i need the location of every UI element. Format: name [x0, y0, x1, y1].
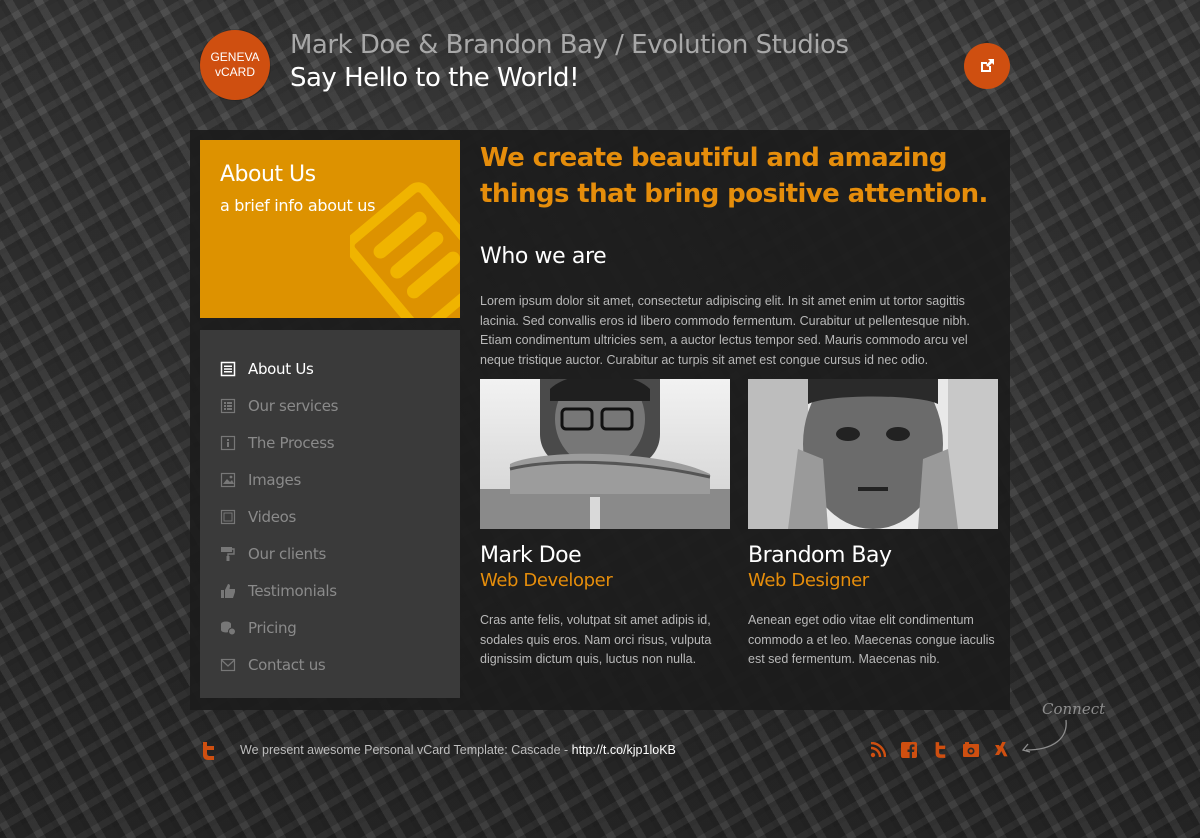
mail-icon	[220, 657, 236, 673]
connect-label: Connect	[1042, 700, 1106, 718]
nav-item-contact-us[interactable]: Contact us	[200, 646, 460, 683]
nav-label: Our clients	[248, 544, 326, 563]
nav-item-our-services[interactable]: Our services	[200, 387, 460, 424]
nav-label: Pricing	[248, 618, 297, 637]
logo-line2: vCARD	[214, 65, 255, 79]
info-icon	[220, 435, 236, 451]
team-member-card: Mark Doe Web Developer Cras ante felis, …	[480, 379, 730, 670]
logo-line1: GENEVA	[210, 50, 260, 64]
twitter-icon[interactable]	[930, 740, 950, 760]
tweet-link[interactable]: http://t.co/kjp1loKB	[572, 743, 676, 757]
team-member-photo[interactable]	[480, 379, 730, 529]
social-links	[868, 740, 1012, 760]
nav-item-videos[interactable]: Videos	[200, 498, 460, 535]
video-icon	[220, 509, 236, 525]
image-icon	[220, 472, 236, 488]
nav-label: Images	[248, 470, 301, 489]
coins-icon	[220, 620, 236, 636]
team-member-card: Brandom Bay Web Designer Aenean eget odi…	[748, 379, 998, 670]
nav-label: Our services	[248, 396, 339, 415]
about-title: About Us	[220, 162, 316, 187]
nav-label: About Us	[248, 359, 314, 378]
nav-item-about-us[interactable]: About Us	[200, 350, 460, 387]
team-member-name: Brandom Bay	[748, 543, 892, 568]
site-title: Mark Doe & Brandon Bay / Evolution Studi…	[290, 30, 849, 60]
sidebar-nav: About Us Our services The Process Images	[200, 330, 460, 698]
paint-roller-icon	[220, 546, 236, 562]
team-member-description: Cras ante felis, volutpat sit amet adipi…	[480, 613, 712, 666]
team-member-description: Aenean eget odio vitae elit condimentum …	[748, 613, 995, 666]
nav-label: Testimonials	[248, 581, 337, 600]
team-member-photo[interactable]	[748, 379, 998, 529]
nav-item-testimonials[interactable]: Testimonials	[200, 572, 460, 609]
site-subtitle: Say Hello to the World!	[290, 63, 580, 93]
list-icon	[220, 398, 236, 414]
nav-item-our-clients[interactable]: Our clients	[200, 535, 460, 572]
team-member-role: Web Developer	[480, 570, 613, 591]
external-link-icon	[981, 59, 994, 72]
rss-icon[interactable]	[868, 740, 888, 760]
document-icon	[220, 361, 236, 377]
nav-label: Contact us	[248, 655, 326, 674]
nav-label: The Process	[248, 433, 335, 452]
tweet-text: We present awesome Personal vCard Templa…	[240, 743, 572, 757]
nav-item-the-process[interactable]: The Process	[200, 424, 460, 461]
curved-arrow-icon	[1021, 719, 1067, 753]
intro-text: Lorem ipsum dolor sit amet, consectetur …	[480, 294, 970, 367]
nav-label: Videos	[248, 507, 297, 526]
headline: We create beautiful and amazing things t…	[480, 143, 988, 209]
about-header-box: About Us a brief info about us	[200, 140, 460, 318]
logo-badge[interactable]: GENEVA vCARD	[200, 30, 270, 100]
xing-icon[interactable]	[992, 740, 1012, 760]
thumbs-up-icon	[220, 583, 236, 599]
nav-item-images[interactable]: Images	[200, 461, 460, 498]
team-member-role: Web Designer	[748, 570, 869, 591]
document-icon	[350, 182, 460, 318]
section-title: Who we are	[480, 244, 607, 269]
camera-icon[interactable]	[961, 740, 981, 760]
external-link-button[interactable]	[964, 43, 1010, 89]
latest-tweet: We present awesome Personal vCard Templa…	[240, 743, 676, 757]
twitter-icon[interactable]	[200, 742, 216, 765]
main-content: We create beautiful and amazing things t…	[480, 140, 1000, 666]
nav-item-pricing[interactable]: Pricing	[200, 609, 460, 646]
main-panel: About Us a brief info about us About Us	[190, 130, 1010, 710]
facebook-icon[interactable]	[899, 740, 919, 760]
team-member-name: Mark Doe	[480, 543, 582, 568]
